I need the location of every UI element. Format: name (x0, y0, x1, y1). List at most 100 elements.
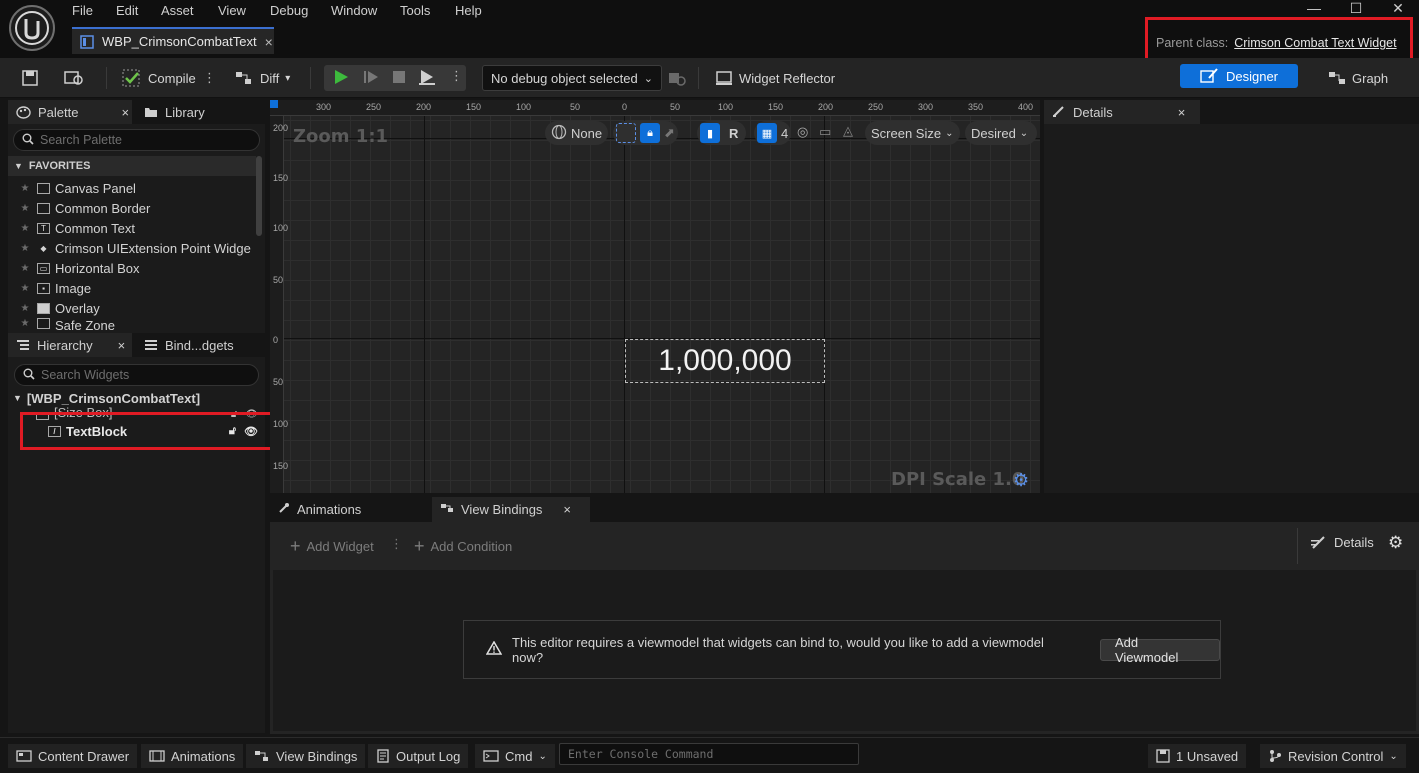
localization-preview-control[interactable]: None (545, 121, 609, 145)
widget-reflector-button[interactable]: Widget Reflector (715, 66, 835, 90)
dashed-outline-icon[interactable] (616, 123, 636, 143)
hierarchy-search-input[interactable]: Search Widgets (14, 364, 259, 386)
cursor-icon[interactable]: ⬈ (664, 125, 675, 141)
star-icon[interactable]: ★ (18, 223, 32, 234)
star-icon[interactable]: ★ (18, 263, 32, 274)
output-log-button[interactable]: Output Log (368, 744, 469, 768)
eject-icon[interactable] (417, 68, 437, 86)
tab-animations[interactable]: Animations (270, 497, 428, 521)
lock-icon[interactable]: 🔓︎ (231, 409, 237, 420)
star-icon[interactable]: ★ (18, 283, 32, 294)
designer-canvas[interactable] (270, 100, 1040, 493)
close-icon[interactable]: × (121, 105, 129, 120)
palette-item[interactable]: ★ Safe Zone (18, 318, 258, 332)
diff-button[interactable]: Diff ▾ (234, 66, 290, 90)
revision-control-button[interactable]: Revision Control ⌄ (1260, 744, 1406, 768)
add-widget-button[interactable]: + Add Widget (290, 536, 374, 557)
palette-item[interactable]: ★ Overlay (18, 298, 258, 318)
menu-debug[interactable]: Debug (270, 3, 308, 18)
star-icon[interactable]: ★ (18, 318, 32, 329)
palette-item[interactable]: ★ ◆ Crimson UIExtension Point Widge (18, 238, 258, 258)
favorites-section-header[interactable]: ▼ FAVORITES (8, 156, 256, 176)
document-tab-close-icon[interactable]: × (265, 34, 273, 50)
tree-item-size-box[interactable]: [Size Box] 🔓︎ 👁︎ (36, 406, 264, 420)
tab-view-bindings[interactable]: View Bindings × (432, 497, 590, 522)
tab-library[interactable]: Library (136, 100, 213, 124)
palette-search-input[interactable]: Search Palette (13, 129, 260, 151)
menu-asset[interactable]: Asset (161, 3, 194, 18)
eye-icon[interactable]: 👁︎ (245, 409, 258, 420)
grid-snap-value[interactable]: 4 (781, 126, 788, 141)
content-drawer-button[interactable]: Content Drawer (8, 744, 138, 768)
close-icon[interactable]: × (563, 502, 571, 517)
r-toggle[interactable]: R (724, 126, 743, 141)
console-command-input[interactable]: Enter Console Command (559, 743, 859, 765)
unsaved-button[interactable]: 1 Unsaved (1148, 744, 1247, 768)
stop-icon[interactable] (390, 68, 408, 86)
tab-details[interactable]: Details × (1044, 100, 1200, 124)
grid-icon[interactable]: ▦ (757, 123, 777, 143)
palette-item[interactable]: ★ ▭ Horizontal Box (18, 258, 258, 278)
compile-button[interactable]: Compile (122, 66, 196, 90)
settings-gear-icon[interactable]: ⚙︎ (1388, 533, 1403, 553)
menu-view[interactable]: View (218, 3, 246, 18)
close-window-button[interactable]: ✕ (1377, 0, 1419, 22)
compile-options-icon[interactable]: ⋮ (203, 66, 216, 90)
star-icon[interactable]: ★ (18, 183, 32, 194)
respect-locks-icon[interactable]: ▮ (700, 123, 720, 143)
graph-mode-button[interactable]: Graph (1328, 66, 1388, 90)
menu-tools[interactable]: Tools (400, 3, 430, 18)
unreal-logo-icon[interactable] (9, 5, 55, 51)
save-button[interactable] (21, 66, 39, 90)
star-icon[interactable]: ★ (18, 243, 32, 254)
view-bindings-drawer-button[interactable]: View Bindings (246, 744, 366, 768)
close-icon[interactable]: × (1178, 105, 1186, 120)
play-icon[interactable] (332, 68, 350, 86)
add-condition-button[interactable]: + Add Condition (414, 536, 512, 557)
play-options-icon[interactable]: ⋮ (450, 68, 463, 84)
browse-button[interactable] (64, 66, 84, 90)
text-block-preview[interactable]: 1,000,000 (625, 339, 825, 383)
dpi-scale-label: DPI Scale 1.0 (891, 469, 1025, 490)
maximize-button[interactable]: ☐ (1335, 0, 1377, 22)
menu-file[interactable]: File (72, 3, 93, 18)
bindings-details-button[interactable]: Details (1310, 534, 1374, 550)
lock-icon[interactable]: 🔒︎ (640, 123, 660, 143)
close-icon[interactable]: × (118, 338, 126, 353)
document-tab[interactable]: WBP_CrimsonCombatText × (72, 27, 274, 54)
dpi-settings-gear-icon[interactable]: ⚙︎ (1013, 470, 1029, 491)
step-icon[interactable] (362, 68, 380, 86)
tab-bind-widgets[interactable]: Bind...dgets (136, 333, 242, 357)
minimize-button[interactable]: — (1293, 0, 1335, 22)
parent-class-link[interactable]: Crimson Combat Text Widget (1234, 36, 1396, 50)
star-icon[interactable]: ★ (18, 203, 32, 214)
add-widget-options-icon[interactable]: ⋮ (390, 536, 403, 552)
palette-item[interactable]: ★ Common Border (18, 198, 258, 218)
designer-mode-button[interactable]: Designer (1180, 64, 1298, 88)
warning-triangle-icon[interactable]: ◬ (843, 123, 853, 139)
palette-item[interactable]: ★ T Common Text (18, 218, 258, 238)
debug-filter-icon[interactable] (668, 66, 686, 90)
tree-root-item[interactable]: ▼ [WBP_CrimsonCombatText] (13, 388, 253, 408)
screen-size-dropdown[interactable]: Screen Size ⌄ (865, 121, 960, 145)
eye-icon[interactable]: 👁︎ (244, 425, 258, 438)
menu-window[interactable]: Window (331, 3, 377, 18)
cursor-select-icon[interactable]: ◎ (797, 124, 808, 140)
menu-edit[interactable]: Edit (116, 3, 138, 18)
cmd-dropdown[interactable]: Cmd ⌄ (475, 744, 555, 768)
screen-image-icon[interactable]: ▭ (819, 124, 831, 140)
ruler-tick: 0 (622, 102, 628, 112)
menu-help[interactable]: Help (455, 3, 482, 18)
animations-drawer-button[interactable]: Animations (141, 744, 244, 768)
lock-icon[interactable]: 🔓︎ (229, 425, 236, 438)
tree-item-textblock[interactable]: / TextBlock 🔓︎ 👁︎ (48, 421, 264, 441)
tab-hierarchy[interactable]: Hierarchy × (8, 333, 132, 357)
palette-item[interactable]: ★ ▪ Image (18, 278, 258, 298)
tab-palette[interactable]: Palette × (8, 100, 132, 124)
unsaved-icon (1156, 749, 1170, 763)
debug-object-select[interactable]: No debug object selected ⌄ (482, 65, 662, 91)
star-icon[interactable]: ★ (18, 303, 32, 314)
fill-mode-dropdown[interactable]: Desired ⌄ (965, 121, 1037, 145)
add-viewmodel-button[interactable]: Add Viewmodel (1099, 635, 1220, 665)
palette-item[interactable]: ★ Canvas Panel (18, 178, 258, 198)
